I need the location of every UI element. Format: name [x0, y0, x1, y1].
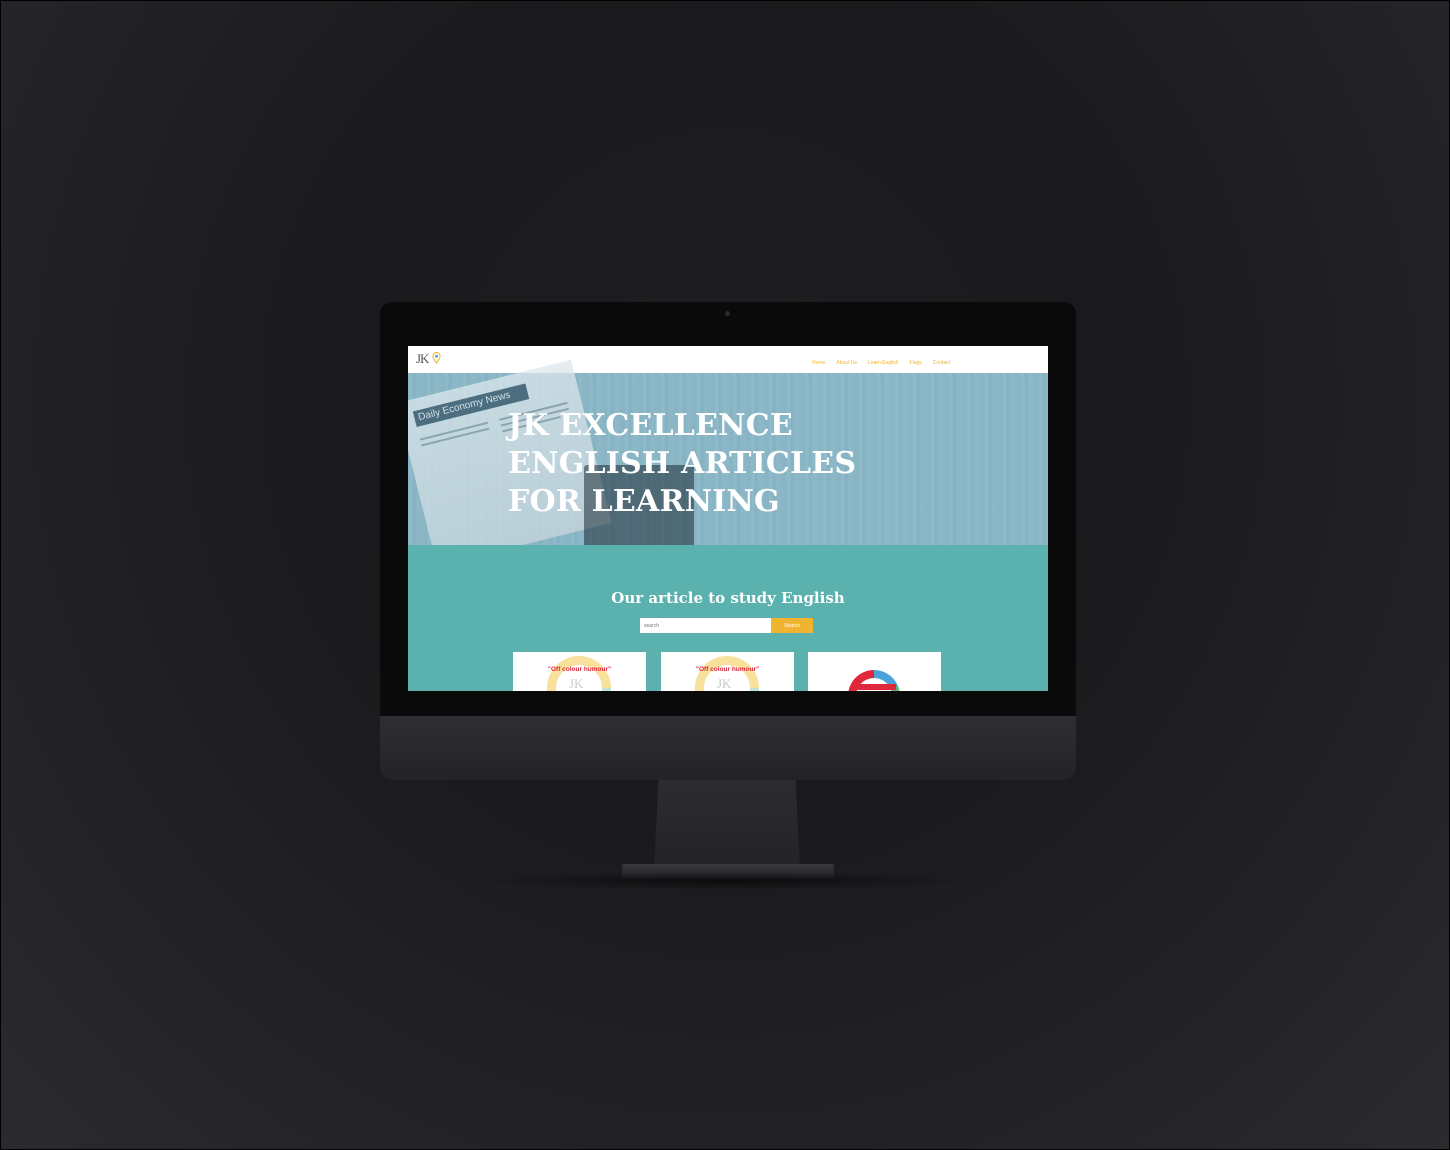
hero-title-line-2: ENGLISH ARTICLES: [508, 446, 857, 481]
monitor-stand: [654, 780, 800, 872]
search-button[interactable]: Search: [771, 618, 813, 633]
nav-learn-english[interactable]: Learn English: [868, 360, 899, 366]
card-red-bar: [852, 684, 896, 690]
card-monogram: JK: [717, 676, 732, 691]
hero-banner: Daily Economy News JK EXCELLENCE ENGLISH…: [408, 359, 1048, 567]
site-navbar: JK Home About Us Learn English Flags Con…: [408, 346, 1048, 373]
webcam-icon: [725, 311, 730, 316]
hero-title: JK EXCELLENCE ENGLISH ARTICLES FOR LEARN…: [508, 407, 856, 521]
nav-contact[interactable]: Contact: [933, 360, 950, 366]
articles-section: Our article to study English Search JK "…: [408, 545, 1048, 691]
logo-text: JK: [416, 351, 429, 366]
monitor-chin: [380, 716, 1076, 780]
nav-about-us[interactable]: About Us: [836, 360, 857, 366]
hero-title-line-1: JK EXCELLENCE: [508, 408, 793, 443]
monitor-shadow: [470, 872, 980, 890]
search-input[interactable]: [640, 618, 771, 633]
hero-title-line-3: FOR LEARNING: [508, 484, 780, 519]
monitor-screen: JK Home About Us Learn English Flags Con…: [408, 346, 1048, 691]
site-logo[interactable]: JK: [416, 351, 446, 369]
nav-flags[interactable]: Flags: [910, 360, 922, 366]
article-card-2[interactable]: JK "Off colour humour": [661, 652, 794, 691]
article-card-3[interactable]: [808, 652, 941, 691]
article-card-1[interactable]: JK "Off colour humour": [513, 652, 646, 691]
search-bar: Search: [640, 618, 813, 633]
nav-links: Home About Us Learn English Flags Contac…: [812, 360, 950, 366]
card-title: "Off colour humour": [695, 666, 760, 673]
card-monogram: JK: [569, 676, 584, 691]
nav-home[interactable]: Home: [812, 360, 825, 366]
section-title: Our article to study English: [611, 589, 845, 607]
logo-pin-icon: [432, 352, 441, 364]
card-title: "Off colour humour": [547, 666, 612, 673]
